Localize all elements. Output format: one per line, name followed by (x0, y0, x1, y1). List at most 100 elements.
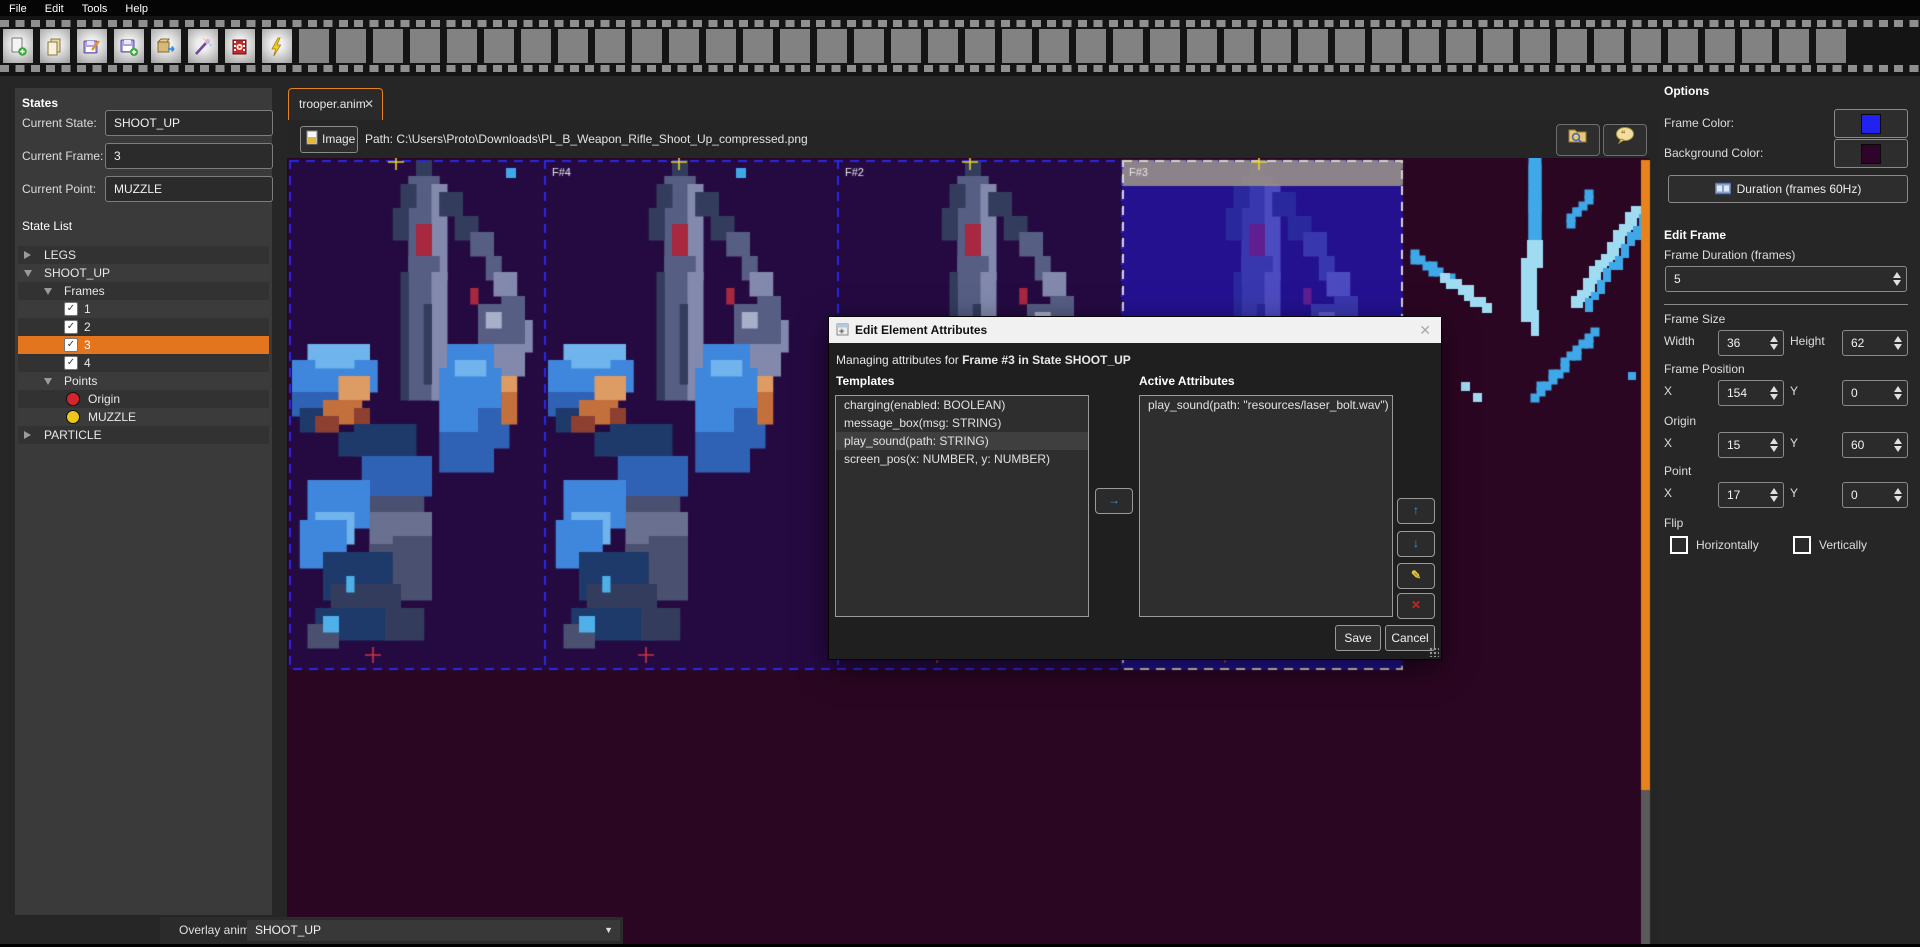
point-x-spinner[interactable]: 17 (1718, 482, 1784, 508)
point-y-spinner[interactable]: 0 (1842, 482, 1908, 508)
toolbar-slot (1187, 29, 1217, 63)
divider (1664, 304, 1908, 305)
toolbar-button-export-box-icon[interactable] (151, 29, 181, 63)
active-attributes-list[interactable]: play_sound(path: "resources/laser_bolt.w… (1139, 395, 1393, 617)
tree-row-muzzle[interactable]: MUZZLE (18, 408, 269, 426)
position-x-spinner[interactable]: 154 (1718, 380, 1784, 406)
x-label: X (1664, 436, 1672, 450)
tree-row-legs[interactable]: LEGS (18, 246, 269, 264)
duration-button[interactable]: Duration (frames 60Hz) (1668, 175, 1908, 203)
overlay-anim-dropdown[interactable]: SHOOT_UP ▼ (247, 920, 620, 941)
origin-y-spinner[interactable]: 60 (1842, 432, 1908, 458)
flip-horizontal-checkbox[interactable] (1670, 536, 1688, 554)
chevron-collapsed-icon[interactable] (24, 431, 31, 439)
toolbar-slot (1594, 29, 1624, 63)
toolbar-button-new-file-icon[interactable] (3, 29, 33, 63)
dialog-title-bar[interactable]: ◈Edit Element Attributes✕ (829, 317, 1441, 343)
toolbar-slot (1409, 29, 1439, 63)
menu-item-edit[interactable]: Edit (36, 1, 73, 17)
height-spinner[interactable]: 62 (1842, 330, 1908, 356)
chevron-collapsed-icon[interactable] (24, 251, 31, 259)
frame-duration-spinner[interactable]: 5 (1665, 266, 1907, 292)
dialog-close-icon[interactable]: ✕ (1419, 317, 1431, 343)
add-attribute-arrow-button[interactable]: → (1095, 488, 1133, 514)
spinner-arrows-icon[interactable] (1770, 384, 1779, 402)
template-item[interactable]: message_box(msg: STRING) (836, 414, 1088, 432)
dialog-managing-line: Managing attributes for Frame #3 in Stat… (836, 353, 1131, 367)
tree-row-2[interactable]: ✓ 2 (18, 318, 269, 336)
templates-list[interactable]: charging(enabled: BOOLEAN)message_box(ms… (835, 395, 1089, 617)
tab-close-icon[interactable]: ✕ (364, 89, 374, 120)
menu-item-file[interactable]: File (0, 1, 36, 17)
comment-button[interactable]: “ (1603, 124, 1647, 156)
toolbar-slot (1779, 29, 1809, 63)
tab-trooper-anim[interactable]: trooper.anim ✕ (288, 88, 383, 120)
width-spinner[interactable]: 36 (1718, 330, 1784, 356)
frame-duration-value: 5 (1674, 272, 1681, 286)
menu-item-tools[interactable]: Tools (73, 1, 117, 17)
frame-checkbox[interactable]: ✓ (64, 338, 78, 352)
chevron-expanded-icon[interactable] (24, 270, 32, 277)
toolbar-slot (1483, 29, 1513, 63)
toolbar-button-video-film-icon[interactable] (225, 29, 255, 63)
toolbar-slot (336, 29, 366, 63)
template-item[interactable]: play_sound(path: STRING) (836, 432, 1088, 450)
toolbar-button-save-add-icon[interactable] (114, 29, 144, 63)
tree-row-origin[interactable]: Origin (18, 390, 269, 408)
menu-item-help[interactable]: Help (116, 1, 157, 17)
tree-row-particle[interactable]: PARTICLE (18, 426, 269, 444)
current-point-input[interactable]: MUZZLE (105, 176, 273, 202)
position-y-spinner[interactable]: 0 (1842, 380, 1908, 406)
toolbar-slot (1150, 29, 1180, 63)
frame-checkbox[interactable]: ✓ (64, 356, 78, 370)
spinner-arrows-icon[interactable] (1894, 334, 1903, 352)
frame-color-button[interactable] (1834, 109, 1908, 138)
template-item[interactable]: charging(enabled: BOOLEAN) (836, 396, 1088, 414)
spinner-arrows-icon[interactable] (1770, 486, 1779, 504)
spinner-arrows-icon[interactable] (1770, 334, 1779, 352)
states-panel-title: States (22, 96, 58, 110)
template-item[interactable]: screen_pos(x: NUMBER, y: NUMBER) (836, 450, 1088, 468)
toolbar-button-open-file-icon[interactable] (40, 29, 70, 63)
move-down-button[interactable]: ↓ (1397, 531, 1435, 557)
spinner-arrows-icon[interactable] (1894, 436, 1903, 454)
background-color-button[interactable] (1834, 139, 1908, 168)
frame-color-swatch (1861, 114, 1881, 134)
current-frame-input[interactable]: 3 (105, 143, 273, 169)
frame-checkbox[interactable]: ✓ (64, 320, 78, 334)
zoom-folder-button[interactable] (1556, 124, 1600, 156)
dialog-resize-grip[interactable] (1429, 647, 1439, 657)
current-state-input[interactable]: SHOOT_UP (105, 110, 273, 136)
tree-row-4[interactable]: ✓ 4 (18, 354, 269, 372)
tree-row-frames[interactable]: Frames (18, 282, 269, 300)
frame-size-label: Frame Size (1664, 312, 1725, 326)
spinner-arrows-icon[interactable] (1894, 384, 1903, 402)
image-path: Path: C:\Users\Proto\Downloads\PL_B_Weap… (365, 132, 808, 146)
chevron-expanded-icon[interactable] (44, 288, 52, 295)
height-value: 62 (1851, 336, 1864, 350)
frame-checkbox[interactable]: ✓ (64, 302, 78, 316)
toolbar-slot (669, 29, 699, 63)
flip-vertical-checkbox[interactable] (1793, 536, 1811, 554)
edit-attribute-button[interactable]: ✎ (1397, 563, 1435, 589)
delete-attribute-button[interactable]: ✕ (1397, 593, 1435, 619)
cancel-button[interactable]: Cancel (1385, 625, 1435, 651)
move-up-button[interactable]: ↑ (1397, 498, 1435, 524)
chevron-expanded-icon[interactable] (44, 378, 52, 385)
active-attribute-item[interactable]: play_sound(path: "resources/laser_bolt.w… (1140, 396, 1392, 414)
toolbar-button-lightning-icon[interactable] (262, 29, 292, 63)
save-button[interactable]: Save (1335, 625, 1381, 651)
spinner-arrows-icon[interactable] (1770, 436, 1779, 454)
spinner-arrows-icon[interactable] (1893, 270, 1902, 288)
tree-row-3[interactable]: ✓ 3 (18, 336, 269, 354)
frame-color-label: Frame Color: (1664, 116, 1734, 130)
tree-row-shoot-up[interactable]: SHOOT_UP (18, 264, 269, 282)
origin-x-spinner[interactable]: 15 (1718, 432, 1784, 458)
tree-row-1[interactable]: ✓ 1 (18, 300, 269, 318)
spinner-arrows-icon[interactable] (1894, 486, 1903, 504)
image-button[interactable]: Image (300, 126, 358, 153)
tree-row-points[interactable]: Points (18, 372, 269, 390)
toolbar-button-magic-wand-icon[interactable] (188, 29, 218, 63)
toolbar-button-save-edit-icon[interactable] (77, 29, 107, 63)
options-title: Options (1664, 84, 1709, 98)
